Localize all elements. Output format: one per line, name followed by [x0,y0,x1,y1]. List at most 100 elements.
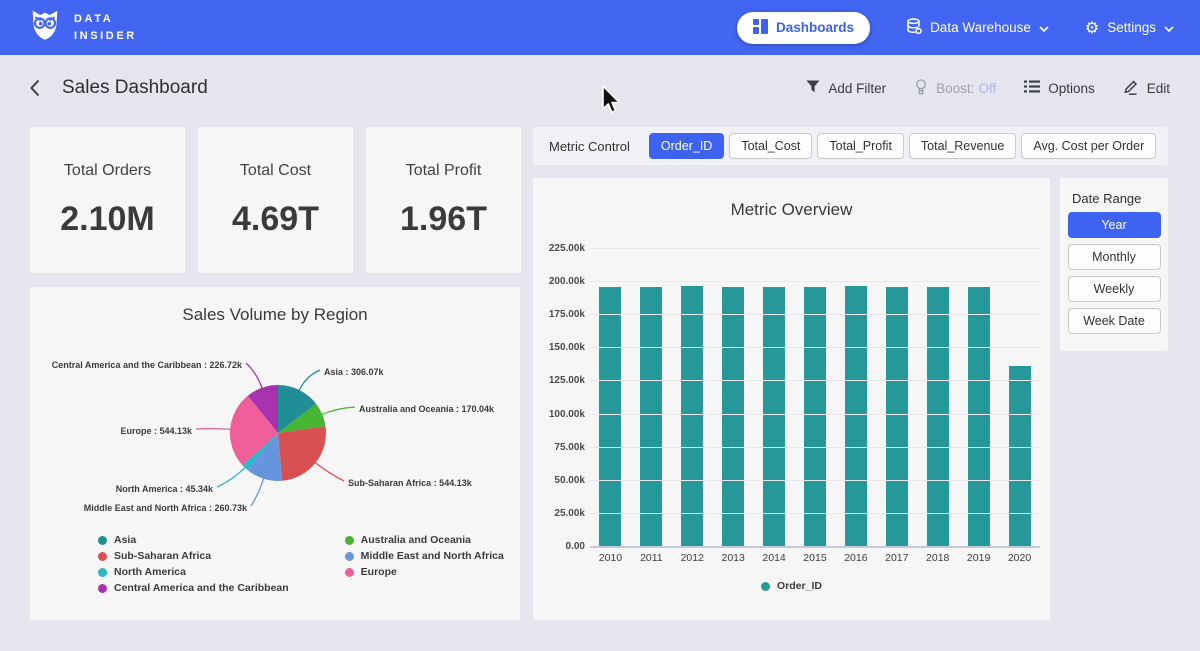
pie-legend: Asia Sub-Saharan Africa North America Centr… [98,534,504,594]
bar-2011[interactable] [640,287,662,546]
nav-dashboards-button[interactable]: Dashboards [737,12,870,44]
x-tick-label: 2011 [631,552,672,564]
gridline [590,447,1040,448]
bar-plot-area [590,248,1040,546]
chevron-down-icon [1039,20,1049,35]
stat-label: Total Cost [240,162,311,180]
stat-value: 4.69T [232,200,319,239]
x-tick-label: 2013 [713,552,754,564]
legend-item-sub-saharan-africa[interactable]: Sub-Saharan Africa [98,550,289,562]
page-title: Sales Dashboard [62,77,208,99]
legend-item-north-america[interactable]: North America [98,566,289,578]
legend-item-middle-east-and-north-africa[interactable]: Middle East and North Africa [345,550,504,562]
brand-line1: DATA [74,11,137,28]
brand-logo[interactable]: DATA INSIDER [26,6,137,49]
pie-chart-card: Sales Volume by Region Asia : 306.07k Aus… [30,287,520,620]
edit-label: Edit [1147,81,1170,96]
back-button[interactable] [30,79,40,97]
date-range-week-date-button[interactable]: Week Date [1068,308,1161,334]
stat-card-total-profit: Total Profit 1.96T [366,127,521,273]
pie-leader-line [217,467,246,487]
metric-control-label: Metric Control [549,139,630,154]
legend-item-central-america-and-the-caribbean[interactable]: Central America and the Caribbean [98,582,289,594]
stat-label: Total Profit [406,162,482,180]
pie-chart: Asia : 306.07k Australia and Oceania : 17… [30,340,520,538]
bar-2013[interactable] [722,287,744,546]
pie-slice-label: Australia and Oceania : 170.04k [359,404,495,414]
legend-label: Sub-Saharan Africa [114,550,211,562]
y-tick-label: 50.00k [533,475,585,486]
gear-icon: ⚙ [1085,20,1099,36]
gridline [590,546,1040,548]
metric-chip-total-profit[interactable]: Total_Profit [817,133,904,159]
pie-leader-line [299,370,320,391]
pie-leader-line [196,429,231,430]
bar-2018[interactable] [927,287,949,546]
pie-chart-title: Sales Volume by Region [30,287,520,325]
metric-chip-avg-cost[interactable]: Avg. Cost per Order [1021,133,1156,159]
page-header: Sales Dashboard Add Filter Boost: Off [0,55,1200,121]
date-range-monthly-button[interactable]: Monthly [1068,244,1161,270]
x-tick-label: 2012 [672,552,713,564]
metric-chip-total-revenue[interactable]: Total_Revenue [909,133,1016,159]
gridline [590,281,1040,282]
list-icon [1024,80,1040,96]
bar-2016[interactable] [845,286,867,546]
legend-item-europe[interactable]: Europe [345,566,504,578]
y-tick-label: 225.00k [533,243,585,254]
x-tick-label: 2016 [835,552,876,564]
nav-warehouse-menu[interactable]: Data Warehouse [906,18,1049,38]
date-range-year-button[interactable]: Year [1068,212,1161,238]
legend-dot [98,568,107,577]
bar-2017[interactable] [886,287,908,546]
pencil-icon [1123,79,1139,98]
legend-label: Asia [114,534,136,546]
bar-2020[interactable] [1009,366,1031,546]
pie-slice-label: Europe : 544.13k [120,426,193,436]
x-tick-label: 2010 [590,552,631,564]
bar-2019[interactable] [968,287,990,546]
x-tick-label: 2014 [754,552,795,564]
x-tick-label: 2018 [917,552,958,564]
y-tick-label: 75.00k [533,442,585,453]
bar-2012[interactable] [681,286,703,546]
boost-value: Off [978,81,996,96]
x-tick-label: 2017 [876,552,917,564]
y-tick-label: 0.00 [533,541,585,552]
metric-chip-order-id[interactable]: Order_ID [649,133,724,159]
chevron-down-icon [1164,20,1174,35]
legend-item-asia[interactable]: Asia [98,534,289,546]
x-axis-labels: 2010201120122013201420152016201720182019… [590,552,1040,564]
pie-leader-line [315,462,344,481]
bar-chart-legend[interactable]: Order_ID [533,580,1050,592]
add-filter-button[interactable]: Add Filter [806,80,886,96]
pie-slice-label: Sub-Saharan Africa : 544.13k [348,478,473,488]
edit-button[interactable]: Edit [1123,79,1170,98]
stat-card-total-orders: Total Orders 2.10M [30,127,185,273]
stat-card-total-cost: Total Cost 4.69T [198,127,353,273]
legend-dot [761,582,770,591]
nav-warehouse-label: Data Warehouse [930,20,1031,35]
bar-2014[interactable] [763,287,785,546]
date-range-panel: Date Range Year Monthly Weekly Week Date [1060,178,1168,351]
database-icon [906,18,922,38]
options-button[interactable]: Options [1024,80,1095,96]
legend-dot [98,584,107,593]
nav-settings-menu[interactable]: ⚙ Settings [1085,20,1174,36]
owl-logo-icon [26,6,64,49]
bar-2010[interactable] [599,287,621,546]
options-label: Options [1048,81,1095,96]
pie-slice-label: Asia : 306.07k [324,367,385,377]
nav-settings-label: Settings [1107,20,1156,35]
gridline [590,480,1040,481]
metric-chip-total-cost[interactable]: Total_Cost [729,133,812,159]
date-range-weekly-button[interactable]: Weekly [1068,276,1161,302]
bar-2015[interactable] [804,287,826,546]
date-range-label: Date Range [1072,191,1168,206]
boost-toggle[interactable]: Boost: Off [914,79,996,98]
pie-slice-sub-saharan-africa[interactable] [278,426,326,481]
funnel-icon [806,80,820,96]
legend-label: Order_ID [777,580,822,592]
legend-item-australia-and-oceania[interactable]: Australia and Oceania [345,534,504,546]
legend-label: Central America and the Caribbean [114,582,289,594]
